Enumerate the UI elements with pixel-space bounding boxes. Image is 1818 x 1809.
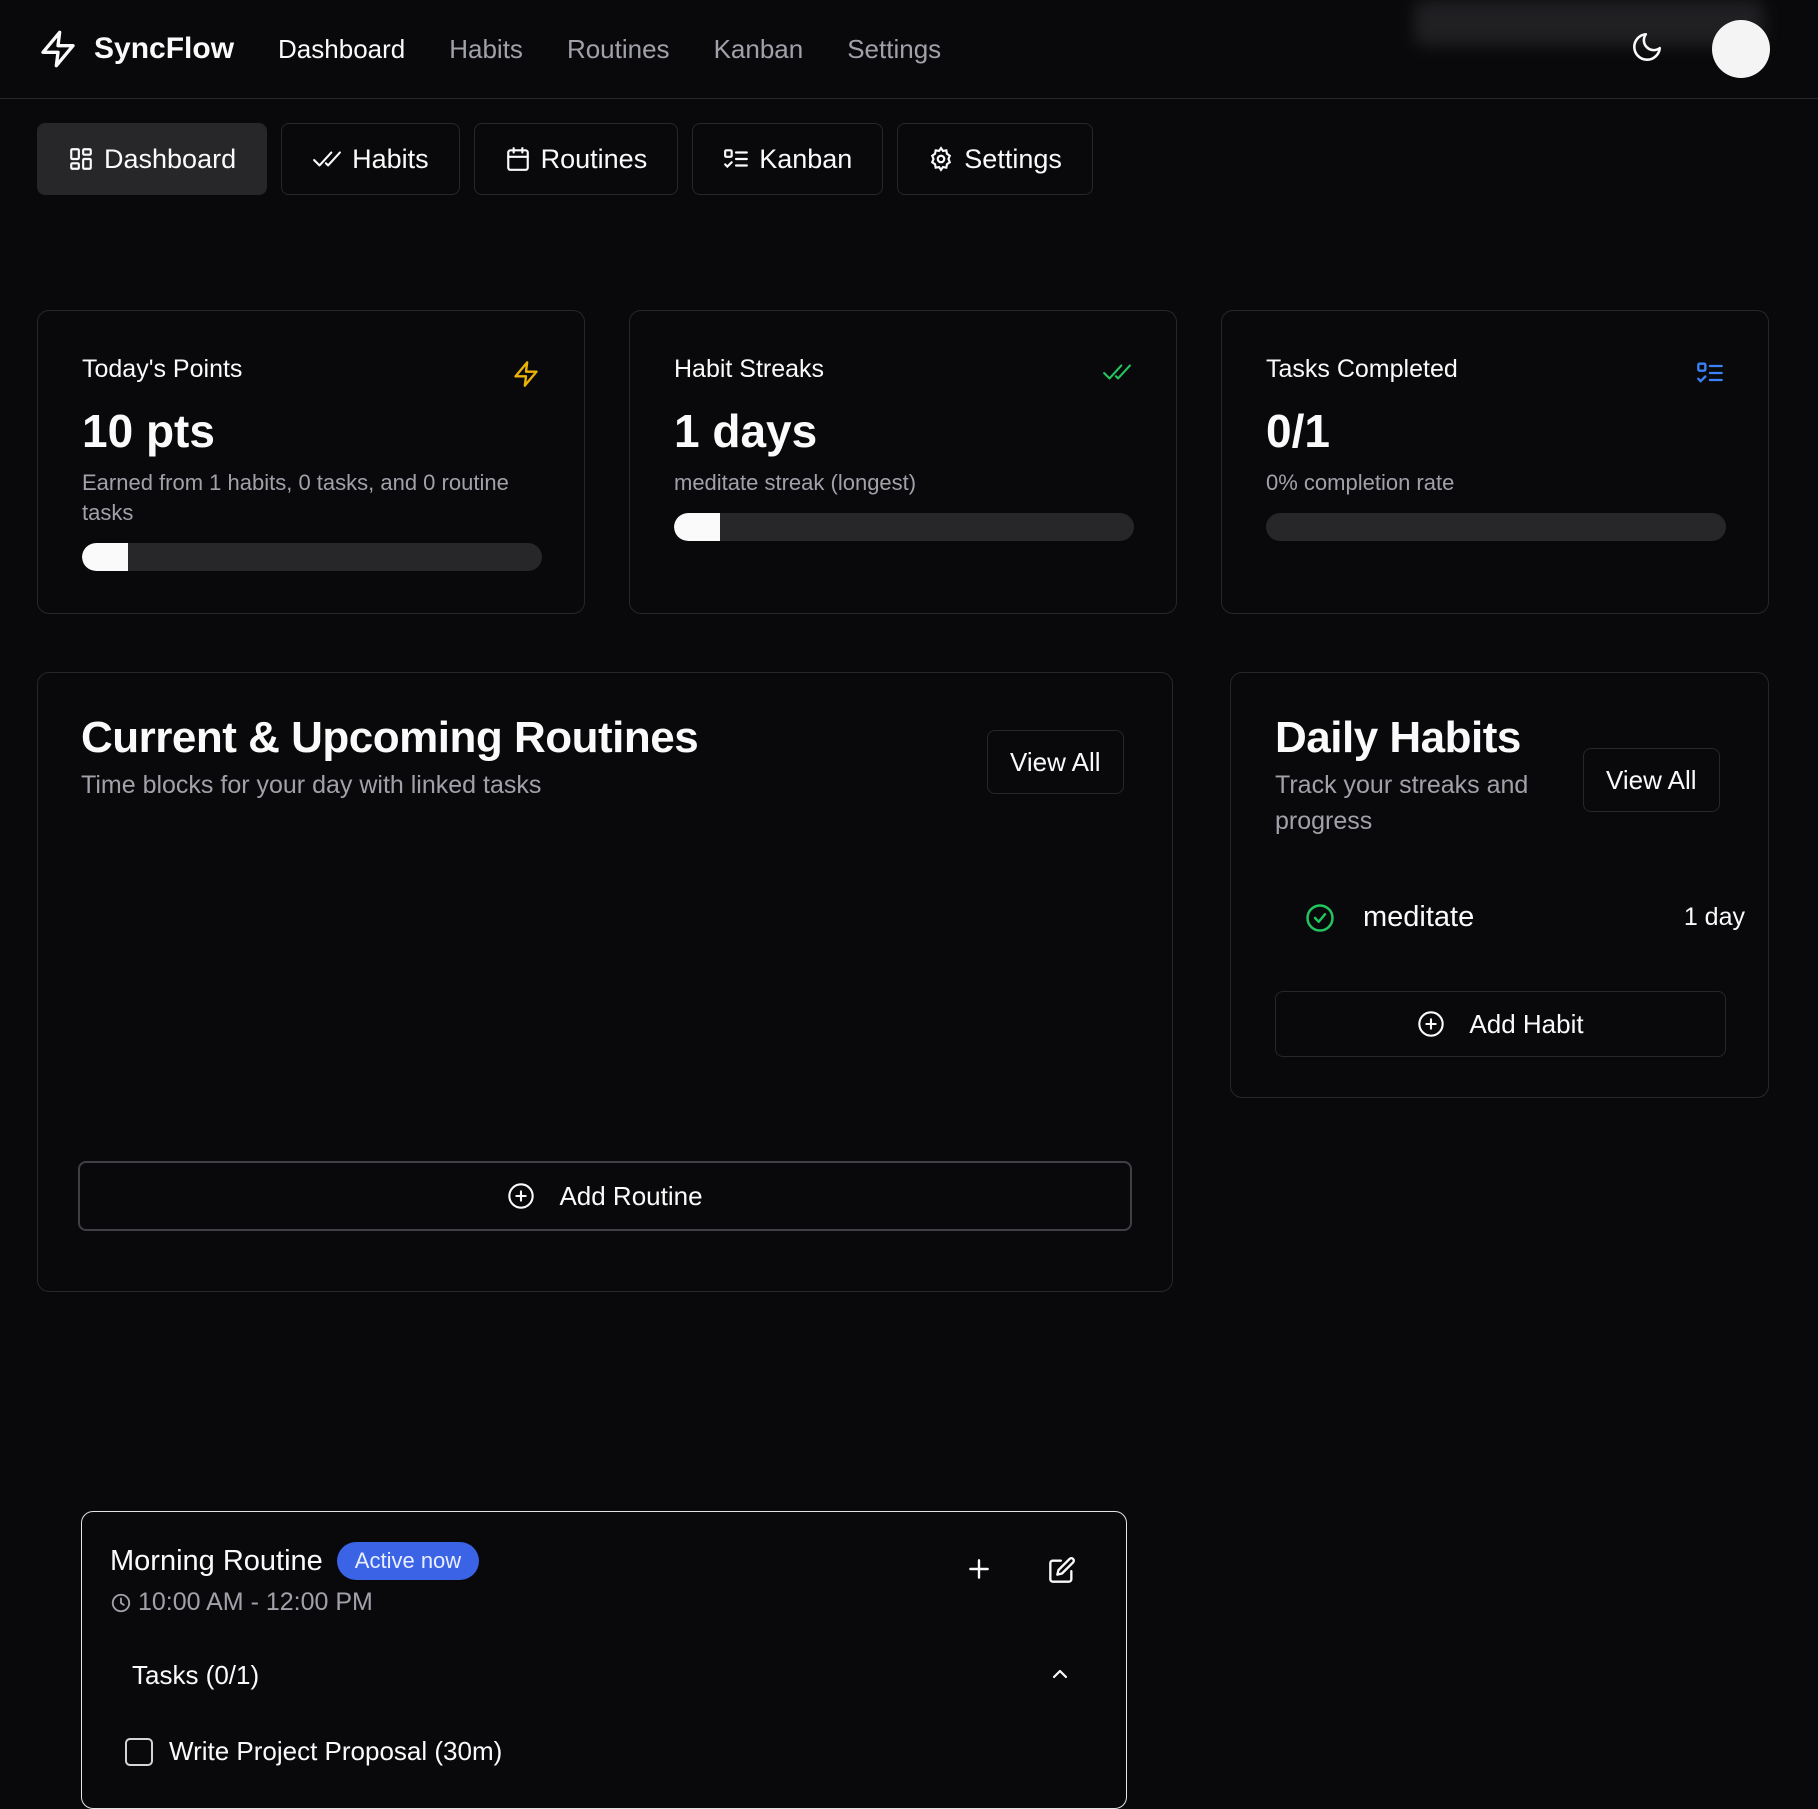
tab-kanban[interactable]: Kanban: [692, 123, 884, 195]
routines-view-all-button[interactable]: View All: [987, 730, 1124, 794]
tab-label: Kanban: [759, 143, 853, 174]
task-row: Write Project Proposal (30m): [125, 1736, 502, 1767]
chevron-up-icon: [1048, 1662, 1072, 1686]
habits-subtitle: Track your streaks and progress: [1275, 771, 1529, 836]
add-routine-button[interactable]: Add Routine: [78, 1161, 1132, 1231]
edit-icon: [1048, 1556, 1076, 1584]
clock-icon: [110, 1592, 132, 1614]
brand[interactable]: SyncFlow: [38, 29, 234, 69]
topnav-routines[interactable]: Routines: [567, 34, 670, 65]
tasks-subtext: 0% completion rate: [1266, 470, 1455, 495]
card-title: Today's Points: [82, 355, 243, 383]
status-badge: Active now: [336, 1542, 480, 1580]
tab-label: Routines: [540, 143, 648, 174]
routine-time: 10:00 AM - 12:00 PM: [138, 1588, 373, 1616]
app-name: SyncFlow: [94, 32, 235, 65]
streaks-card: Habit Streaks 1 days meditate streak (lo…: [629, 310, 1177, 614]
tab-label: Dashboard: [104, 143, 237, 174]
points-card: Today's Points 10 pts Earned from 1 habi…: [37, 310, 585, 614]
tab-habits[interactable]: Habits: [281, 123, 460, 195]
theme-toggle-button[interactable]: [1630, 30, 1664, 64]
habits-title: Daily Habits: [1275, 713, 1521, 762]
add-habit-label: Add Habit: [1469, 1008, 1584, 1039]
points-subtext: Earned from 1 habits, 0 tasks, and 0 rou…: [82, 470, 509, 525]
add-task-button[interactable]: [966, 1556, 992, 1582]
tab-settings[interactable]: Settings: [897, 123, 1093, 195]
topnav-settings[interactable]: Settings: [847, 34, 941, 65]
tasks-card: Tasks Completed 0/1 0% completion rate: [1221, 310, 1769, 614]
check-circle-icon[interactable]: [1305, 903, 1335, 933]
routines-title: Current & Upcoming Routines: [81, 713, 699, 762]
gear-icon: [928, 146, 954, 172]
topnav-dashboard[interactable]: Dashboard: [278, 34, 405, 65]
tab-label: Habits: [352, 143, 429, 174]
habits-view-all-button[interactable]: View All: [1583, 748, 1720, 812]
points-value: 10 pts: [82, 405, 215, 457]
points-progress-bar: [82, 543, 542, 571]
edit-routine-button[interactable]: [1048, 1556, 1076, 1584]
habit-name: meditate: [1363, 901, 1475, 933]
tasks-value: 0/1: [1266, 405, 1330, 457]
tab-dashboard[interactable]: Dashboard: [37, 123, 268, 195]
avatar[interactable]: [1712, 20, 1770, 78]
zap-logo-icon: [38, 29, 78, 69]
top-nav: Dashboard Habits Routines Kanban Setting…: [278, 34, 985, 65]
tab-label: Settings: [964, 143, 1062, 174]
topnav-kanban[interactable]: Kanban: [714, 34, 804, 65]
progress-fill: [674, 513, 720, 541]
routines-subtitle: Time blocks for your day with linked tas…: [81, 771, 542, 799]
plus-circle-icon: [507, 1182, 535, 1210]
dashboard-grid-icon: [68, 146, 94, 172]
streaks-value: 1 days: [674, 405, 818, 457]
habit-row: meditate 1 day: [1305, 901, 1745, 934]
zap-icon: [512, 359, 540, 389]
double-check-icon: [312, 146, 342, 172]
topnav-habits[interactable]: Habits: [449, 34, 523, 65]
plus-circle-icon: [1417, 1010, 1445, 1038]
blurred-region: [1414, 0, 1764, 46]
add-habit-button[interactable]: Add Habit: [1275, 991, 1726, 1057]
task-label: Write Project Proposal (30m): [169, 1736, 503, 1766]
add-routine-label: Add Routine: [559, 1180, 703, 1211]
double-check-icon: [1102, 359, 1132, 385]
routine-name: Morning Routine: [110, 1544, 323, 1577]
task-checkbox[interactable]: [125, 1737, 153, 1766]
tab-bar: Dashboard Habits Routines Kanban Setting…: [37, 123, 1093, 195]
card-title: Habit Streaks: [674, 355, 825, 383]
tasks-progress-bar: [1266, 513, 1726, 541]
collapse-tasks-button[interactable]: [1048, 1662, 1072, 1686]
tab-routines[interactable]: Routines: [473, 123, 679, 195]
plus-icon: [966, 1556, 992, 1582]
top-navbar: SyncFlow Dashboard Habits Routines Kanba…: [0, 0, 1818, 99]
streaks-progress-bar: [674, 513, 1134, 541]
calendar-icon: [505, 146, 531, 172]
streaks-subtext: meditate streak (longest): [674, 470, 917, 495]
routine-item: Morning Routine Active now 10:00 AM - 12…: [81, 1511, 1127, 1809]
card-title: Tasks Completed: [1266, 355, 1458, 383]
habit-streak: 1 day: [1683, 903, 1745, 931]
routines-card: Current & Upcoming Routines Time blocks …: [37, 672, 1173, 1809]
tasks-header: Tasks (0/1): [132, 1660, 260, 1690]
progress-fill: [82, 543, 128, 571]
habits-card: Daily Habits Track your streaks and prog…: [1230, 672, 1769, 1098]
moon-icon: [1630, 30, 1664, 64]
list-check-icon: [723, 146, 749, 172]
list-check-icon: [1696, 359, 1724, 387]
